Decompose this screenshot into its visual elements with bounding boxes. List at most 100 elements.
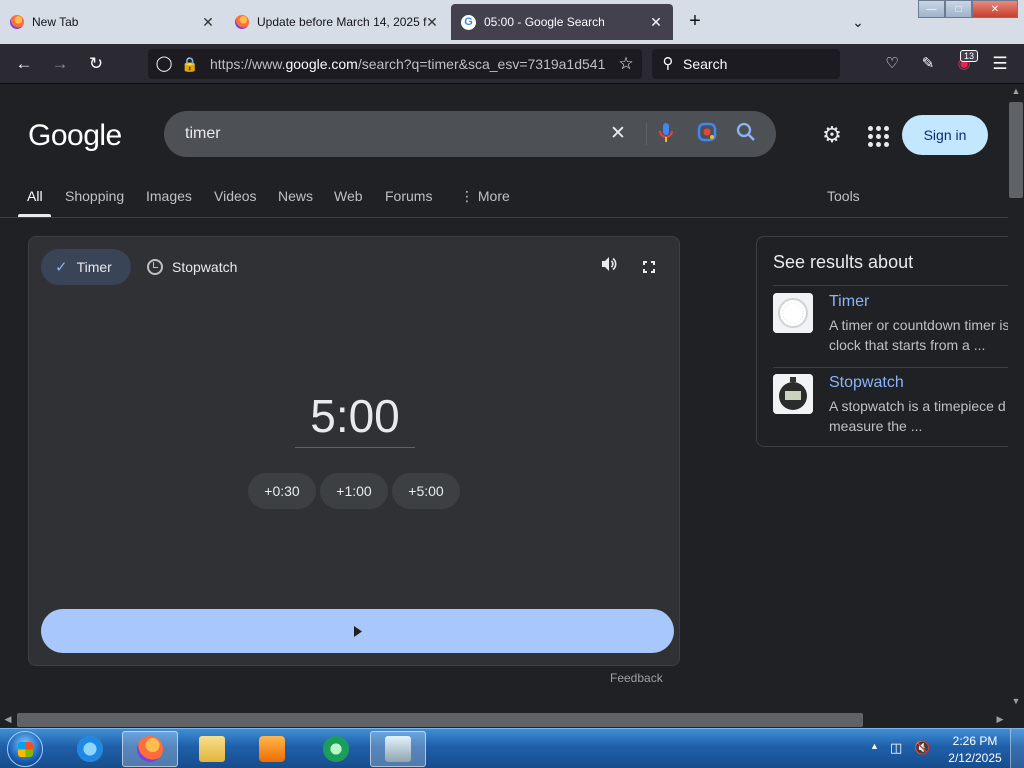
google-logo[interactable]: Google bbox=[28, 119, 122, 153]
tools-button[interactable]: Tools bbox=[827, 188, 860, 204]
forward-icon[interactable]: → bbox=[48, 52, 72, 76]
reload-icon[interactable]: ↻ bbox=[84, 52, 108, 76]
maximize-button[interactable]: □ bbox=[945, 0, 972, 18]
clear-icon[interactable]: ✕ bbox=[606, 122, 630, 146]
window-controls: — □ ✕ bbox=[918, 0, 1018, 18]
start-timer-button[interactable] bbox=[41, 609, 674, 653]
result-item-stopwatch[interactable]: Stopwatch A stopwatch is a timepiece d m… bbox=[773, 374, 1008, 444]
search-input[interactable]: timer bbox=[185, 125, 221, 143]
media-center-taskbar-button[interactable] bbox=[308, 731, 364, 767]
minimize-button[interactable]: — bbox=[918, 0, 945, 18]
scroll-down-icon[interactable]: ▼ bbox=[1008, 696, 1024, 706]
horizontal-scrollbar[interactable]: ◀ ▶ bbox=[0, 712, 1008, 728]
tab-images[interactable]: Images bbox=[146, 188, 192, 204]
microphone-icon[interactable] bbox=[654, 122, 678, 146]
calendar-app-icon bbox=[385, 736, 411, 762]
close-icon[interactable]: ✕ bbox=[199, 13, 217, 31]
more-label: More bbox=[477, 188, 510, 204]
tab-google-search[interactable]: G 05:00 - Google Search ✕ bbox=[451, 4, 673, 40]
scroll-thumb[interactable] bbox=[1009, 102, 1023, 198]
time-underline bbox=[295, 447, 415, 448]
timer-card: ✓ Timer Stopwatch 5:00 +0:30 +1:00 +5:00 bbox=[28, 236, 680, 666]
tab-title: 05:00 - Google Search bbox=[484, 15, 605, 29]
tab-update[interactable]: Update before March 14, 2025 f ✕ bbox=[225, 4, 449, 40]
tab-more[interactable]: ⋮ More bbox=[460, 188, 510, 205]
pocket-icon[interactable]: ♡ bbox=[880, 52, 904, 76]
show-hidden-icons-icon[interactable]: ▲ bbox=[870, 741, 879, 751]
bookmark-star-icon[interactable]: ☆ bbox=[614, 52, 638, 76]
play-icon bbox=[353, 625, 362, 637]
settings-gear-icon[interactable]: ⚙ bbox=[819, 122, 845, 148]
vertical-scrollbar[interactable]: ▲ ▼ bbox=[1008, 84, 1024, 712]
add-1-minute-button[interactable]: +1:00 bbox=[320, 473, 388, 509]
add-30-seconds-button[interactable]: +0:30 bbox=[248, 473, 316, 509]
tab-videos[interactable]: Videos bbox=[214, 188, 257, 204]
tab-shopping[interactable]: Shopping bbox=[65, 188, 124, 204]
volume-muted-icon[interactable]: 🔇 bbox=[914, 740, 930, 756]
timer-time-display[interactable]: 5:00 bbox=[29, 389, 681, 443]
timer-mode-button[interactable]: ✓ Timer bbox=[41, 249, 131, 285]
new-tab-button[interactable]: + bbox=[683, 10, 707, 34]
search-nav-tabs: All Shopping Images Videos News Web Foru… bbox=[0, 184, 1008, 218]
firefox-taskbar-button[interactable] bbox=[122, 731, 178, 767]
tab-web[interactable]: Web bbox=[334, 188, 363, 204]
url-text[interactable]: https://www.google.com/search?q=timer&sc… bbox=[210, 56, 610, 72]
taskbar-clock-date[interactable]: 2/12/2025 bbox=[947, 751, 1003, 765]
stopwatch-link[interactable]: Stopwatch bbox=[829, 374, 904, 392]
taskbar-clock-time[interactable]: 2:26 PM bbox=[952, 734, 998, 748]
stopwatch-mode-button[interactable]: Stopwatch bbox=[147, 249, 237, 285]
firefox-icon bbox=[10, 15, 24, 29]
lock-icon[interactable]: 🔒 bbox=[178, 52, 202, 76]
fullscreen-icon[interactable] bbox=[637, 255, 661, 279]
start-button[interactable] bbox=[7, 731, 43, 767]
timer-link[interactable]: Timer bbox=[829, 293, 869, 311]
firefox-icon bbox=[235, 15, 249, 29]
list-tabs-button[interactable]: ⌄ bbox=[846, 10, 870, 34]
tab-news[interactable]: News bbox=[278, 188, 313, 204]
close-icon[interactable]: ✕ bbox=[647, 13, 665, 31]
sign-in-button[interactable]: Sign in bbox=[902, 115, 988, 155]
search-box[interactable]: timer ✕ bbox=[164, 111, 776, 157]
tab-title: New Tab bbox=[32, 15, 79, 29]
close-icon[interactable]: ✕ bbox=[423, 13, 441, 31]
url-bar[interactable]: ◯ 🔒 https://www.google.com/search?q=time… bbox=[148, 49, 642, 79]
apps-grid-icon[interactable] bbox=[866, 124, 890, 148]
stopwatch-label: Stopwatch bbox=[172, 259, 238, 275]
see-results-about-panel: See results about Timer A timer or count… bbox=[756, 236, 1008, 447]
scroll-thumb[interactable] bbox=[17, 713, 863, 727]
file-explorer-taskbar-button[interactable] bbox=[184, 731, 240, 767]
stopwatch-description: A stopwatch is a timepiece d measure the… bbox=[829, 398, 1006, 434]
media-center-icon bbox=[323, 736, 349, 762]
add-5-minutes-button[interactable]: +5:00 bbox=[392, 473, 460, 509]
calculator-taskbar-button[interactable] bbox=[370, 731, 426, 767]
tab-title: Update before March 14, 2025 f bbox=[257, 15, 427, 29]
scroll-up-icon[interactable]: ▲ bbox=[1008, 86, 1024, 96]
tab-new-tab[interactable]: New Tab ✕ bbox=[0, 4, 225, 40]
lens-icon[interactable] bbox=[695, 122, 719, 146]
result-item-timer[interactable]: Timer A timer or countdown timer is cloc… bbox=[773, 293, 1008, 363]
network-icon[interactable]: ◫ bbox=[890, 740, 902, 756]
volume-icon[interactable] bbox=[597, 255, 621, 279]
extensions-icon[interactable]: ✎ bbox=[916, 52, 940, 76]
media-player-icon bbox=[259, 736, 285, 762]
close-window-button[interactable]: ✕ bbox=[972, 0, 1018, 18]
feedback-link[interactable]: Feedback bbox=[610, 671, 663, 685]
browser-search-field[interactable]: ⚲ Search bbox=[652, 49, 840, 79]
shield-icon[interactable]: ◯ bbox=[152, 52, 176, 76]
stopwatch-thumbnail bbox=[773, 374, 813, 414]
back-icon[interactable]: ← bbox=[12, 52, 36, 76]
tab-all[interactable]: All bbox=[27, 188, 43, 204]
timer-label: Timer bbox=[76, 259, 112, 275]
scroll-left-icon[interactable]: ◀ bbox=[0, 714, 16, 725]
search-icon: ⚲ bbox=[662, 55, 674, 72]
internet-explorer-taskbar-button[interactable] bbox=[62, 731, 118, 767]
active-tab-indicator bbox=[18, 214, 51, 217]
search-icon[interactable] bbox=[734, 122, 758, 146]
scroll-right-icon[interactable]: ▶ bbox=[992, 714, 1008, 725]
search-placeholder: Search bbox=[683, 56, 728, 72]
media-player-taskbar-button[interactable] bbox=[244, 731, 300, 767]
navigation-toolbar: ← → ↻ ◯ 🔒 https://www.google.com/search?… bbox=[0, 44, 1024, 84]
show-desktop-button[interactable] bbox=[1010, 729, 1024, 768]
menu-icon[interactable]: ☰ bbox=[988, 52, 1012, 76]
tab-forums[interactable]: Forums bbox=[385, 188, 432, 204]
